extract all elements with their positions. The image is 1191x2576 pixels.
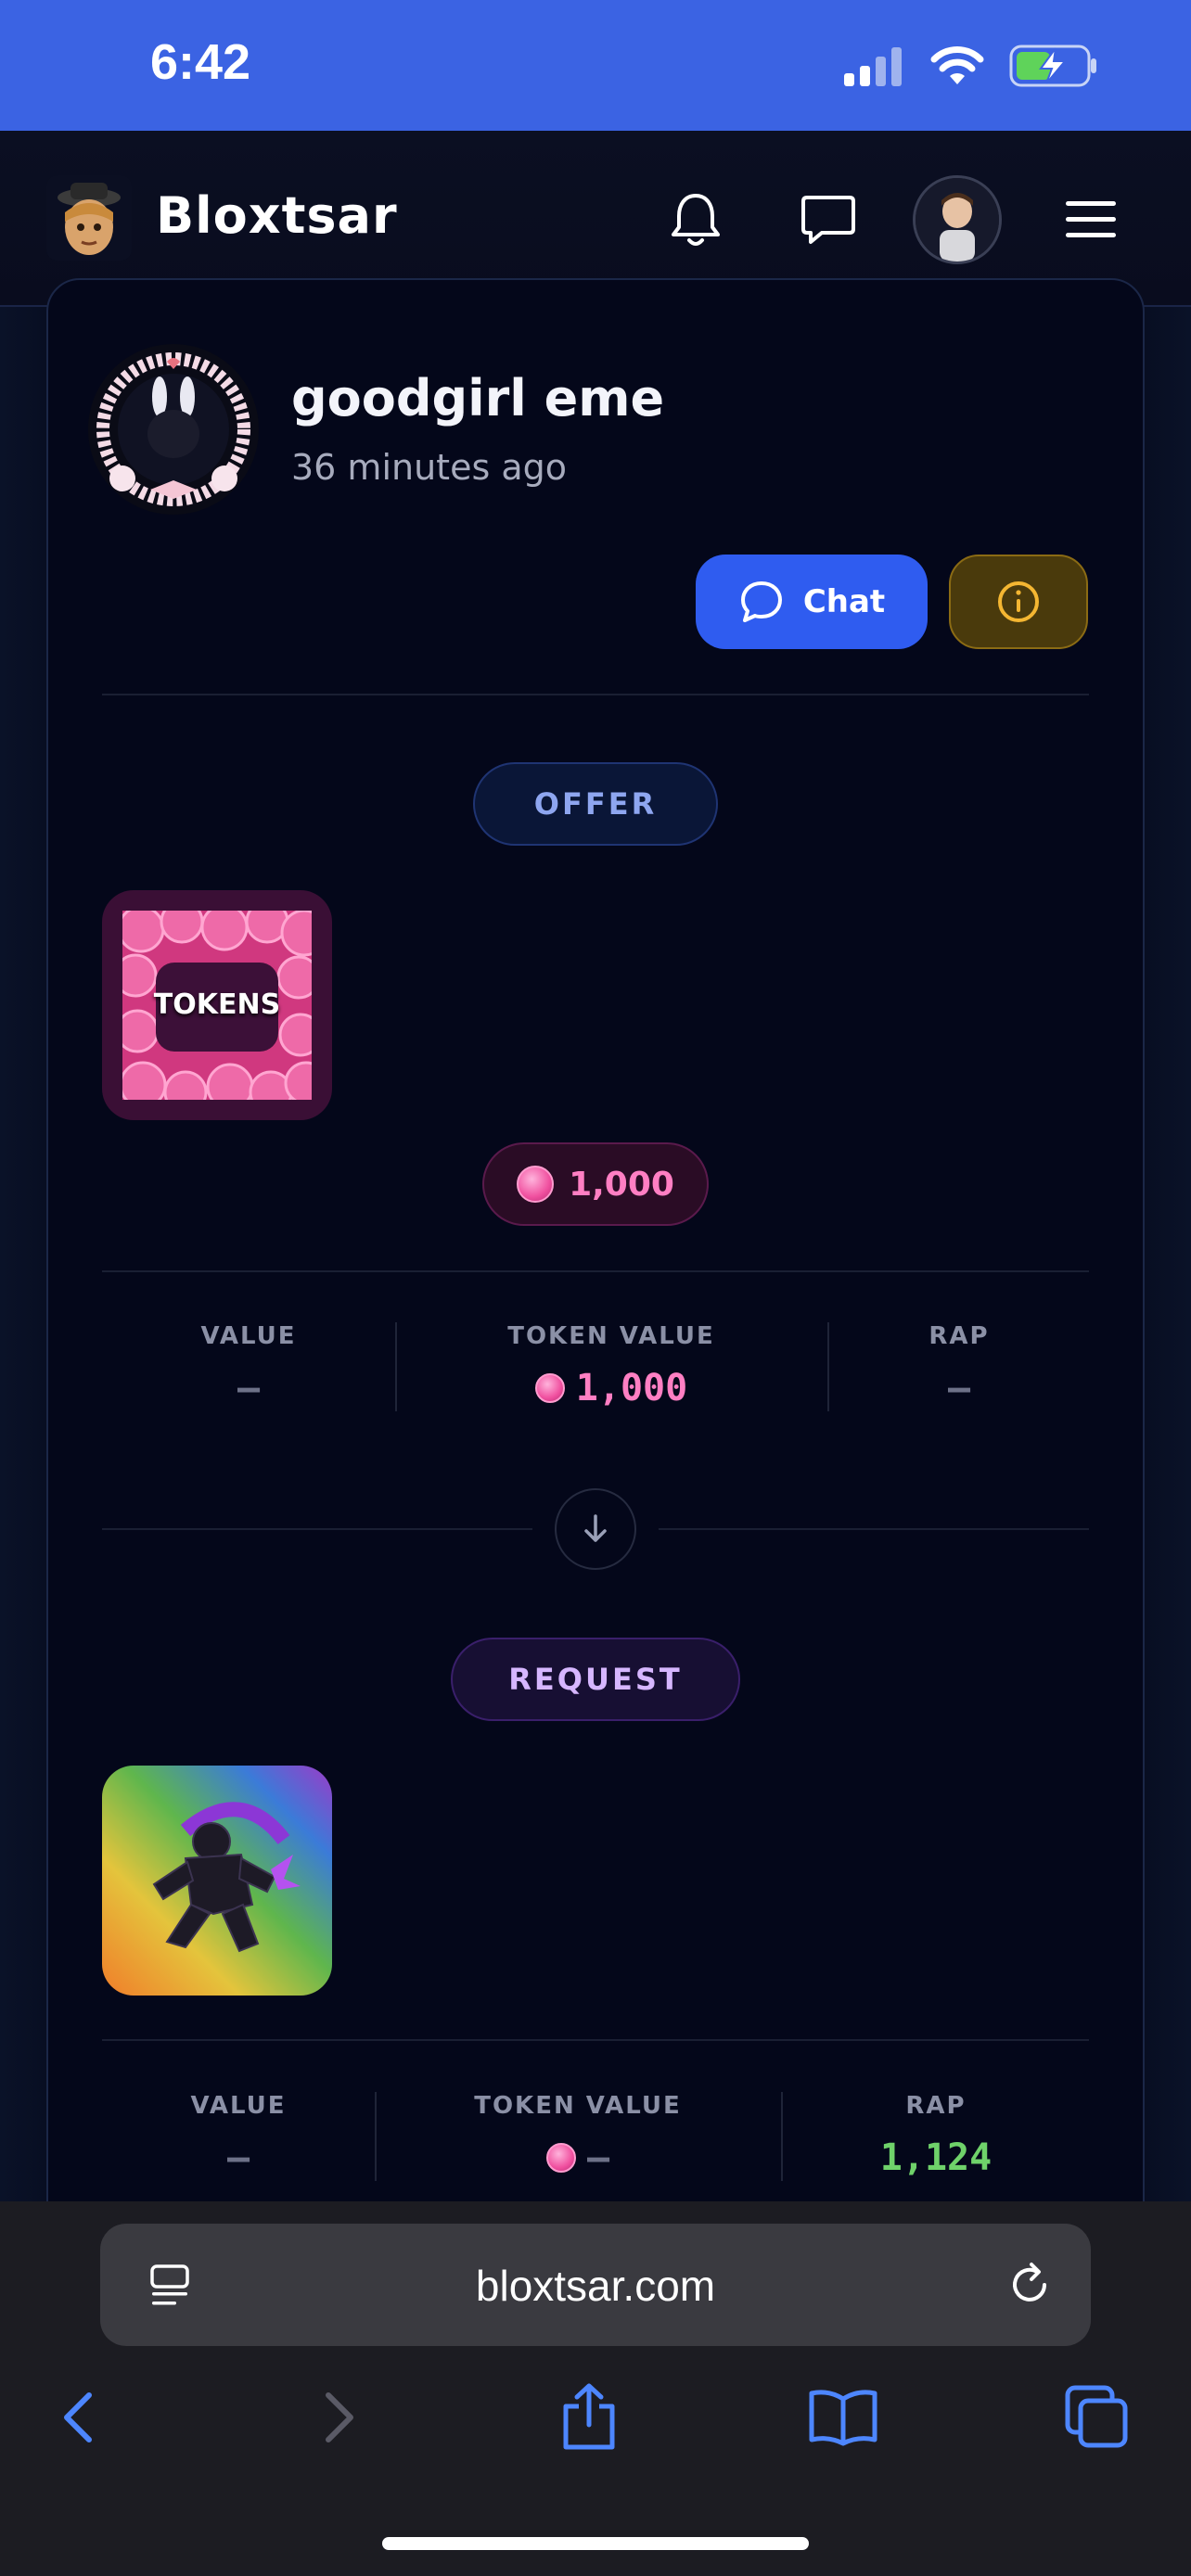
poster-avatar[interactable]: [85, 341, 262, 517]
back-icon[interactable]: [37, 2376, 121, 2459]
offer-rap-label: RAP: [928, 1322, 990, 1350]
request-section-label: REQUEST: [451, 1638, 740, 1721]
chat-bubble-icon[interactable]: [791, 183, 865, 257]
chat-button[interactable]: Chat: [696, 555, 928, 649]
request-token-value-label: TOKEN VALUE: [474, 2092, 682, 2120]
offer-token-value-stat: TOKEN VALUE 1,000: [397, 1322, 826, 1409]
poster-time-ago: 36 minutes ago: [291, 447, 567, 488]
browser-toolbar: bloxtsar.com: [0, 2201, 1191, 2576]
poster-name[interactable]: goodgirl eme: [291, 369, 664, 427]
reload-icon[interactable]: [1005, 2261, 1054, 2313]
signal-icon: [844, 47, 902, 86]
chat-button-label: Chat: [802, 583, 886, 620]
divider: [102, 1528, 532, 1530]
home-indicator: [382, 2537, 809, 2550]
offer-section-label: OFFER: [473, 762, 718, 846]
divider: [659, 1528, 1089, 1530]
request-rap-stat: RAP 1,124: [783, 2092, 1089, 2179]
bell-icon[interactable]: [659, 183, 733, 257]
request-item[interactable]: [102, 1766, 332, 1996]
offer-value-stat: VALUE –: [102, 1322, 395, 1409]
bookmarks-icon[interactable]: [801, 2376, 885, 2459]
tabs-icon[interactable]: [1056, 2376, 1139, 2459]
forward-icon[interactable]: [297, 2376, 380, 2459]
divider: [102, 2039, 1089, 2041]
share-icon[interactable]: [547, 2376, 631, 2459]
request-value-stat: VALUE –: [102, 2092, 375, 2179]
divider: [102, 1270, 1089, 1272]
request-token-value: –: [377, 2136, 779, 2179]
request-value: –: [226, 2136, 250, 2179]
user-avatar[interactable]: [913, 175, 1002, 264]
offer-rap-stat: RAP –: [829, 1322, 1089, 1409]
info-icon: [998, 581, 1039, 622]
wifi-icon: [930, 46, 984, 84]
divider: [102, 694, 1089, 695]
status-time: 6:42: [150, 34, 251, 90]
offer-token-value: 1,000: [397, 1367, 826, 1409]
battery-charging-icon: [1009, 45, 1096, 87]
offer-token-amount-value: 1,000: [569, 1165, 674, 1204]
offer-token-amount: 1,000: [482, 1142, 709, 1226]
info-button[interactable]: [949, 555, 1088, 649]
offer-token-value-text: 1,000: [575, 1367, 688, 1409]
request-rap-label: RAP: [905, 2092, 967, 2120]
request-token-value-text: –: [586, 2136, 610, 2179]
brand-name[interactable]: Bloxtsar: [156, 186, 398, 245]
offer-item-label: TOKENS: [153, 988, 281, 1021]
token-coin-icon: [534, 1373, 565, 1403]
hamburger-menu-icon[interactable]: [1054, 183, 1128, 257]
brand-logo[interactable]: [46, 175, 132, 261]
token-coin-icon: [517, 1166, 555, 1203]
request-rap: 1,124: [879, 2136, 992, 2179]
offer-value-label: VALUE: [200, 1322, 297, 1350]
status-icons: [842, 45, 1098, 87]
arrow-down-icon: [555, 1488, 636, 1570]
status-bar: 6:42: [0, 0, 1191, 131]
offer-token-value-label: TOKEN VALUE: [507, 1322, 715, 1350]
offer-stats: VALUE – TOKEN VALUE 1,000 RAP –: [102, 1322, 1089, 1415]
url-text: bloxtsar.com: [475, 2262, 716, 2310]
request-value-label: VALUE: [190, 2092, 287, 2120]
offer-item-tokens[interactable]: TOKENS: [102, 890, 332, 1120]
offer-value: –: [237, 1367, 261, 1409]
request-token-value-stat: TOKEN VALUE –: [377, 2092, 779, 2179]
address-bar[interactable]: bloxtsar.com: [100, 2224, 1091, 2346]
token-coin-icon: [545, 2143, 576, 2173]
chat-bubble-icon: [740, 581, 782, 622]
offer-rap: –: [947, 1367, 971, 1409]
request-stats: VALUE – TOKEN VALUE – RAP 1,124: [102, 2092, 1089, 2185]
